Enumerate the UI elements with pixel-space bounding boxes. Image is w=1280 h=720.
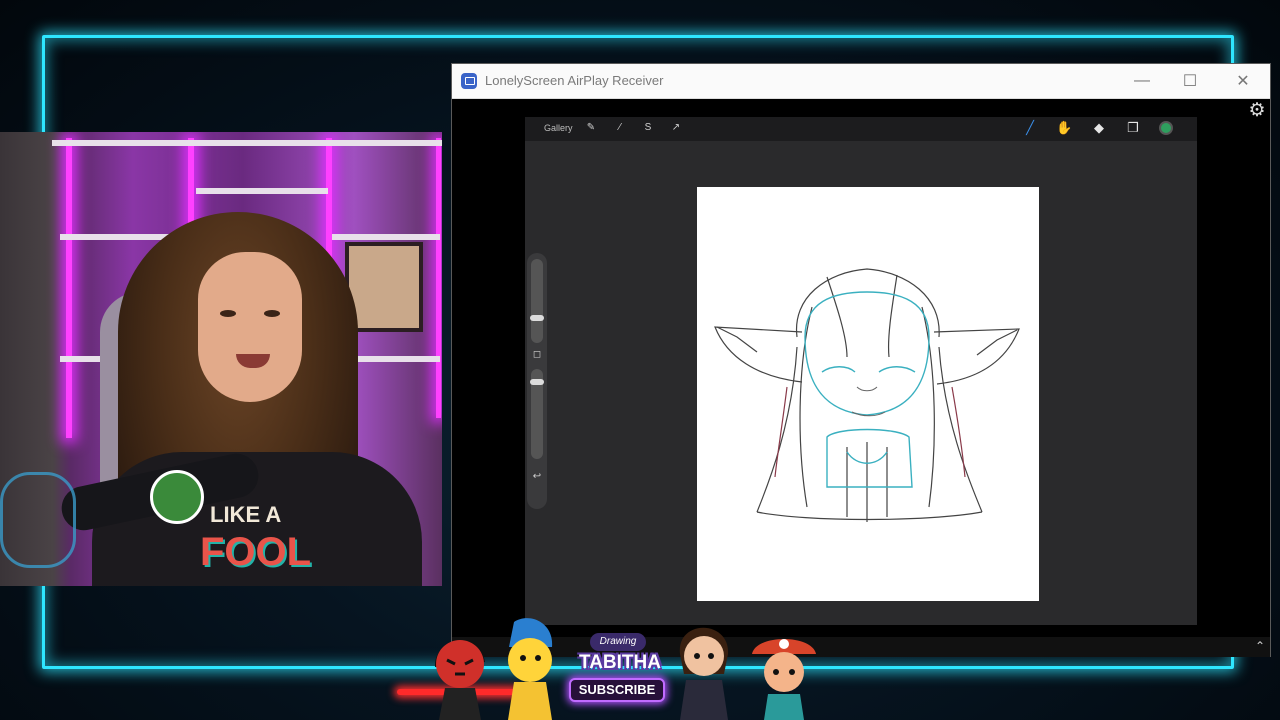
procreate-toolbar: Gallery ✎ ⁄ S ↗ ╱ ✋ ◆ ❐ [525,117,1197,141]
window-titlebar[interactable]: LonelyScreen AirPlay Receiver — ☐ ✕ [452,64,1270,99]
shelf [332,234,440,240]
mic-sticker [150,470,204,524]
yoda-sketch [714,268,1020,522]
modify-square-icon[interactable]: ◻ [531,349,543,361]
gear-icon[interactable]: ⚙ [1247,101,1267,121]
procreate-sidebar: ◻ ↩ [527,253,547,509]
lonelyscreen-app-icon [461,73,477,89]
brush-icon[interactable]: ╱ [1022,120,1038,136]
neon-light [436,138,441,418]
streamer-face [198,252,302,402]
selection-icon[interactable]: S [642,122,654,134]
brand-script: Drawing [590,633,646,651]
brush-size-knob[interactable] [530,315,544,321]
window-title: LonelyScreen AirPlay Receiver [485,73,664,88]
drawing-canvas[interactable] [697,187,1039,601]
gallery-button[interactable]: Gallery [544,123,573,133]
opacity-knob[interactable] [530,379,544,385]
eraser-icon[interactable]: ◆ [1091,120,1107,136]
blue-hair-chibi [508,618,553,720]
brand-name: TABITHA [579,652,661,673]
brunette-chibi [679,627,729,720]
color-picker-swatch[interactable] [1159,121,1173,135]
maximize-button[interactable]: ☐ [1166,64,1214,98]
neon-light [66,138,72,438]
webcam-feed: LIKE A FOOL [0,132,442,586]
procreate-screen: Gallery ✎ ⁄ S ↗ ╱ ✋ ◆ ❐ ◻ ↩ [525,117,1197,625]
brush-size-slider[interactable] [530,259,544,343]
magic-wand-icon[interactable]: ⁄ [614,122,626,134]
wrench-icon[interactable]: ✎ [585,122,597,134]
eye [264,310,280,317]
undo-icon[interactable]: ↩ [531,471,543,483]
eye [220,310,236,317]
stream-scene: LIKE A FOOL LonelyScreen AirPlay Receive… [0,0,1280,720]
layers-icon[interactable]: ❐ [1125,120,1141,136]
shirt-text-line2: FOOL [200,530,312,574]
darth-maul-chibi [434,640,485,720]
lonelyscreen-window: LonelyScreen AirPlay Receiver — ☐ ✕ ⚙ Ga… [452,64,1270,656]
shirt-text-line1: LIKE A [210,502,282,527]
smudge-icon[interactable]: ✋ [1056,120,1072,136]
shelf [52,140,442,146]
mouth [236,354,270,368]
shelf [196,188,328,194]
cables [0,472,76,568]
close-button[interactable]: ✕ [1219,64,1267,98]
transform-icon[interactable]: ↗ [670,122,682,134]
opacity-slider[interactable] [530,369,544,459]
minimize-button[interactable]: — [1118,64,1166,98]
subscribe-badge[interactable]: SUBSCRIBE [569,678,665,702]
pirate-chibi [752,639,816,720]
chevron-up-icon[interactable]: ⌃ [1252,638,1268,654]
